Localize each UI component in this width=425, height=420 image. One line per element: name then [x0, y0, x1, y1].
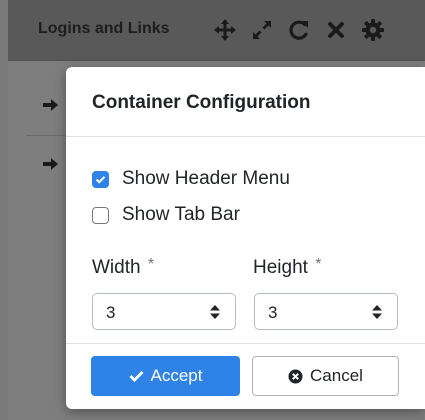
show-header-menu-label: Show Header Menu	[122, 168, 290, 189]
check-icon	[95, 175, 106, 184]
height-label-text: Height	[253, 257, 308, 278]
width-required-mark: *	[147, 256, 155, 273]
sort-caret-icon	[372, 305, 382, 319]
widget-title: Logins and Links	[38, 20, 170, 37]
expand-icon[interactable]	[248, 16, 276, 44]
show-header-menu-checkbox[interactable]	[92, 170, 109, 188]
container-config-dialog: Container Configuration Show Header Menu…	[66, 67, 425, 409]
close-icon[interactable]	[322, 16, 350, 44]
check-icon	[129, 371, 143, 382]
accept-button[interactable]: Accept	[91, 356, 240, 396]
height-label: Height *	[253, 256, 322, 279]
width-label-text: Width	[92, 257, 141, 278]
show-tab-bar-option[interactable]: Show Tab Bar	[92, 204, 240, 226]
modal-footer: Accept Cancel	[66, 343, 425, 410]
show-tab-bar-label: Show Tab Bar	[122, 204, 240, 225]
gear-icon[interactable]	[359, 16, 387, 44]
height-value: 3	[268, 303, 278, 322]
widget-header: Logins and Links	[8, 0, 425, 61]
height-required-mark: *	[315, 256, 322, 273]
height-select[interactable]: 3	[254, 293, 398, 330]
sign-in-icon[interactable]	[42, 96, 64, 119]
show-tab-bar-checkbox[interactable]	[92, 206, 109, 224]
show-header-menu-option[interactable]: Show Header Menu	[92, 168, 290, 190]
accept-label: Accept	[150, 366, 203, 385]
width-value: 3	[106, 303, 116, 322]
refresh-icon[interactable]	[285, 16, 313, 44]
cancel-label: Cancel	[310, 366, 363, 385]
width-select[interactable]: 3	[92, 293, 236, 330]
sign-in-icon[interactable]	[42, 155, 64, 178]
sort-caret-icon	[210, 305, 220, 319]
widget-toolbar	[211, 16, 396, 44]
width-label: Width *	[92, 256, 155, 279]
modal-title: Container Configuration	[92, 92, 311, 113]
cancel-button[interactable]: Cancel	[252, 356, 399, 396]
move-icon[interactable]	[211, 16, 239, 44]
times-circle-icon	[288, 369, 303, 383]
modal-header: Container Configuration	[66, 67, 425, 137]
